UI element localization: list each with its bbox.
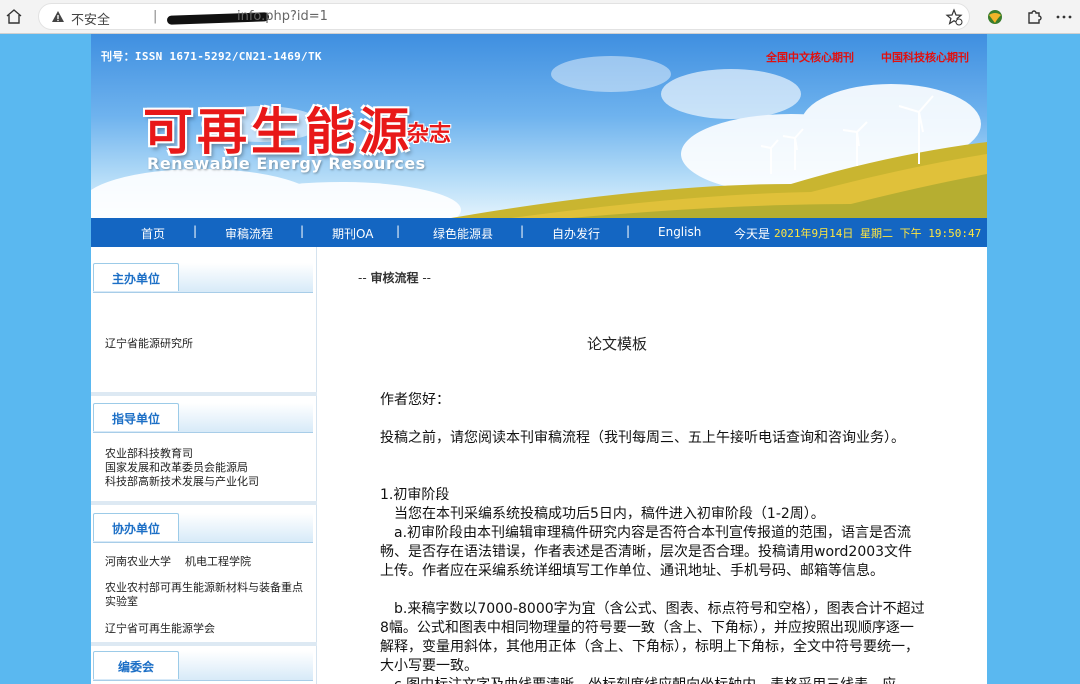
main-content: -- 审核流程 -- 论文模板 作者您好： 投稿之前，请您阅读本刊审稿流程（我刊… (317, 247, 987, 684)
address-bar[interactable]: 不安全 | info.php?id=1 (38, 3, 970, 30)
main-nav: 首页 | 审稿流程 | 期刊OA | 绿色能源县 | 自办发行 | Englis… (91, 218, 987, 247)
today-label: 今天是 (734, 227, 771, 241)
address-separator: | (153, 9, 158, 24)
sidebar: 主办单位 辽宁省能源研究所 指导单位 农业部科技教育司 国家发展和改革委员会能源… (91, 247, 317, 684)
nav-separator: | (193, 224, 198, 238)
sidebar-line: 农业农村部可再生能源新材料与装备重点实验室 (105, 581, 303, 608)
paragraph: 当您在本刊采编系统投稿成功后5日内，稿件进入初审阶段（1-2周）。 (380, 506, 825, 522)
section-title: 编委会 (117, 660, 154, 674)
journal-page: 刊号：ISSN 1671-5292/CN21-1469/TK 全国中文核心期刊 … (91, 34, 987, 684)
journal-english-title: Renewable Energy Resources (147, 154, 426, 173)
url-text[interactable]: info.php?id=1 (237, 9, 328, 24)
nav-item-self-distribution[interactable]: 自办发行 (552, 225, 600, 242)
section-title: 协办单位 (111, 522, 160, 536)
section-divider (91, 501, 317, 505)
nav-item-oa[interactable]: 期刊OA (332, 225, 373, 242)
sidebar-line: 科技部高新技术发展与产业化司 (105, 475, 259, 488)
extensions-puzzle-icon[interactable] (1024, 7, 1044, 27)
nav-item-green-county[interactable]: 绿色能源县 (433, 225, 493, 242)
sidebar-line: 农业部科技教育司 (105, 447, 193, 460)
paragraph: a.初审阶段由本刊编辑审理稿件研究内容是否符合本刊宣传报道的范围，语言是否流畅、… (380, 525, 913, 579)
section-title: 主办单位 (111, 272, 160, 286)
paragraph: 投稿之前，请您阅读本刊审稿流程（我刊每周三、五上午接听电话查询和咨询业务）。 (380, 430, 905, 446)
nav-separator: | (626, 224, 631, 238)
breadcrumb-suffix: -- (418, 271, 431, 285)
section-tab: 主办单位 (93, 263, 179, 291)
breadcrumb: -- 审核流程 -- (358, 269, 431, 286)
home-icon[interactable] (4, 7, 24, 27)
favorite-star-icon[interactable] (945, 8, 963, 26)
paragraph: b.来稿字数以7000-8000字为宜（含公式、图表、标点符号和空格），图表合计… (380, 601, 925, 674)
paragraph: 1.初审阶段 (380, 487, 450, 503)
document-title: 论文模板 (586, 335, 647, 353)
nav-separator: | (396, 224, 401, 238)
security-label: 不安全 (71, 13, 111, 28)
breadcrumb-current: 审核流程 (370, 271, 419, 285)
extension-globe-icon[interactable] (985, 7, 1005, 27)
section-divider (91, 642, 317, 646)
section-title: 指导单位 (111, 412, 160, 426)
warning-icon[interactable] (51, 10, 65, 24)
nav-separator: | (520, 224, 525, 238)
nav-item-review-process[interactable]: 审稿流程 (225, 225, 273, 242)
core-badge: 全国中文核心期刊 (766, 51, 854, 64)
sidebar-section-editorial-board: 编委会 (91, 647, 317, 684)
sidebar-section-sponsor: 主办单位 辽宁省能源研究所 (91, 259, 317, 389)
sidebar-section-guidance: 指导单位 农业部科技教育司 国家发展和改革委员会能源局 科技部高新技术发展与产业… (91, 399, 317, 509)
sidebar-line: 辽宁省可再生能源学会 (105, 622, 215, 635)
nav-item-english[interactable]: English (658, 225, 701, 239)
sidebar-line: 河南农业大学 机电工程学院 (105, 555, 251, 568)
nav-item-home[interactable]: 首页 (141, 225, 165, 242)
core-badge: 中国科技核心期刊 (881, 51, 969, 64)
section-tab: 协办单位 (93, 513, 179, 541)
section-tab: 指导单位 (93, 403, 179, 431)
current-date: 2021年9月14日 星期二 下午 19:50:47 (774, 227, 982, 240)
paragraph: 作者您好： (380, 392, 450, 408)
sidebar-line: 辽宁省能源研究所 (105, 337, 193, 350)
breadcrumb-prefix: -- (358, 271, 371, 285)
more-menu-icon[interactable] (1054, 7, 1074, 27)
header-banner: 刊号：ISSN 1671-5292/CN21-1469/TK 全国中文核心期刊 … (91, 34, 987, 218)
issn-label: 刊号：ISSN 1671-5292/CN21-1469/TK (101, 50, 322, 63)
journal-title-suffix: 杂志 (407, 122, 452, 147)
nav-separator: | (300, 224, 305, 238)
paragraph: c.图中标注文字及曲线要清晰，坐标刻度线应朝向坐标轴内，表格采用三线表，应 (380, 676, 925, 684)
sidebar-line: 国家发展和改革委员会能源局 (105, 461, 248, 474)
section-tab: 编委会 (93, 651, 179, 679)
section-divider (91, 392, 317, 396)
browser-toolbar: 不安全 | info.php?id=1 (0, 0, 1080, 34)
sidebar-section-co-organizer: 协办单位 河南农业大学 机电工程学院 农业农村部可再生能源新材料与装备重点实验室… (91, 509, 317, 639)
